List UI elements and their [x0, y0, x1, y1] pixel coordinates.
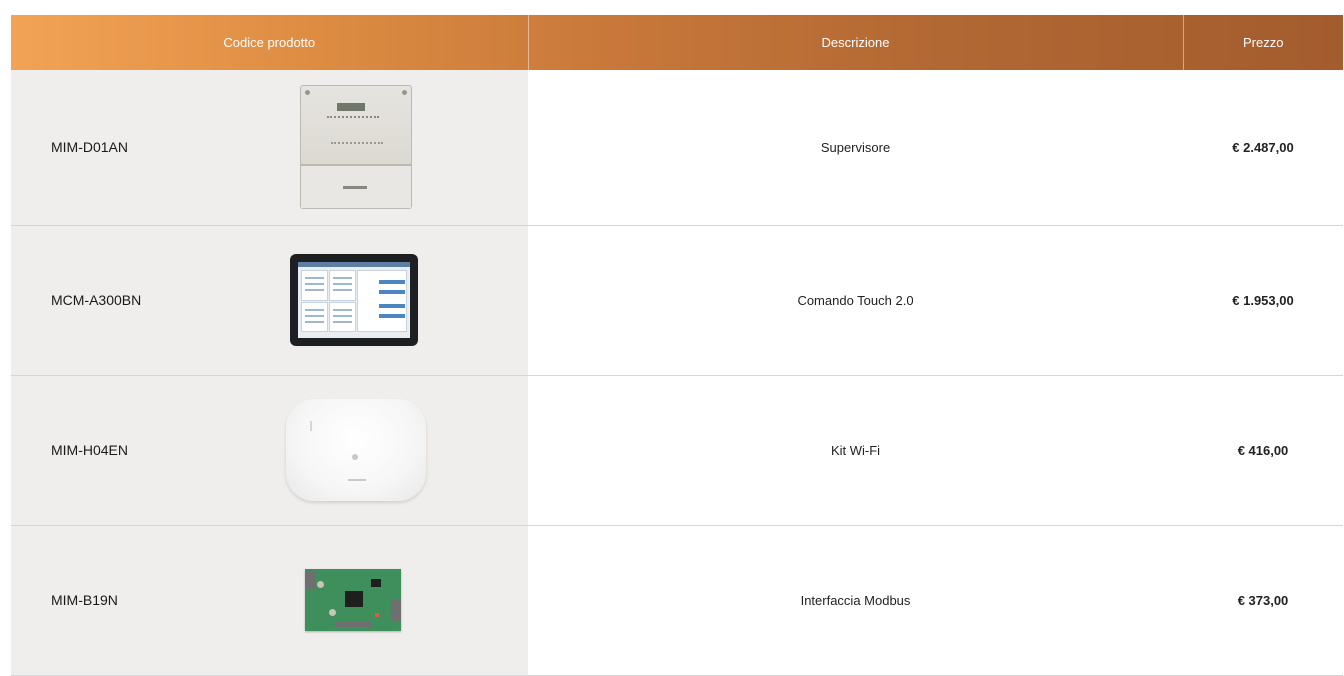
product-code: MCM-A300BN — [51, 292, 142, 308]
price-table-container: Codice prodotto Descrizione Prezzo MIM-D… — [11, 15, 1343, 676]
header-price: Prezzo — [1243, 35, 1284, 50]
product-code: MIM-B19N — [51, 592, 118, 608]
header-code: Codice prodotto — [11, 15, 529, 70]
price-table: Codice prodotto Descrizione Prezzo MIM-D… — [11, 15, 1343, 676]
price-cell: € 373,00 — [1183, 525, 1343, 676]
table-body: MIM-D01AN Supervisore € 2.487,00 MCM-A30… — [11, 70, 1343, 676]
table-header: Codice prodotto Descrizione Prezzo — [11, 15, 1343, 70]
header-row: Codice prodotto Descrizione Prezzo — [11, 15, 1343, 70]
description-cell: Kit Wi-Fi — [528, 375, 1183, 526]
price-cell: € 1.953,00 — [1183, 225, 1343, 376]
table-row: MIM-B19N Interfaccia Modbus € 373,00 — [11, 525, 1343, 676]
price-cell: € 2.487,00 — [1183, 70, 1343, 226]
modbus-board-image — [305, 569, 401, 631]
code-cell: MIM-H04EN — [11, 375, 528, 526]
header-description: Descrizione — [528, 15, 1184, 70]
code-cell: MIM-B19N — [11, 525, 528, 676]
table-row: MIM-D01AN Supervisore € 2.487,00 — [11, 70, 1343, 226]
wall-controller-image — [300, 85, 412, 210]
touch-tablet-image — [290, 254, 418, 346]
price-cell: € 416,00 — [1183, 375, 1343, 526]
table-row: MCM-A300BN Comando Touch 2.0 € 1.953,00 — [11, 225, 1343, 376]
description-cell: Supervisore — [528, 70, 1183, 226]
wifi-kit-image — [286, 399, 426, 501]
product-code: MIM-D01AN — [51, 139, 129, 156]
table-row: MIM-H04EN Kit Wi-Fi € 416,00 — [11, 375, 1343, 526]
code-cell: MIM-D01AN — [11, 70, 528, 226]
description-cell: Interfaccia Modbus — [528, 525, 1183, 676]
code-cell: MCM-A300BN — [11, 225, 528, 376]
product-code: MIM-H04EN — [51, 442, 129, 458]
description-cell: Comando Touch 2.0 — [528, 225, 1183, 376]
